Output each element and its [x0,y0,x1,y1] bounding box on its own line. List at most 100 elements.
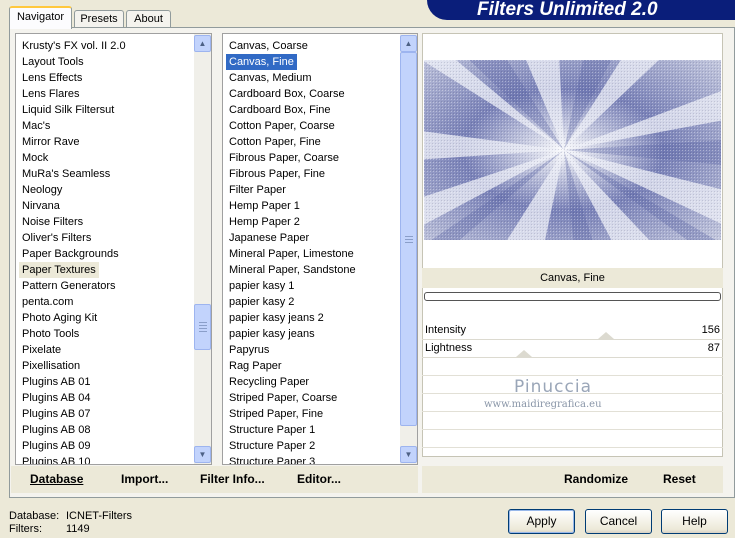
progress-bar [424,292,721,301]
scroll-down-arrow-icon[interactable]: ▼ [194,446,211,463]
list-item[interactable]: Fibrous Paper, Fine [226,166,356,182]
status-database: Database: ICNET-Filters [9,510,132,522]
list-item[interactable]: Nirvana [19,198,126,214]
param-value: 87 [707,342,720,354]
watermark-url: www.maidiregrafica.eu [484,399,602,410]
list-item[interactable]: Papyrus [226,342,356,358]
watermark-name: Pinuccia [514,377,592,397]
list-item[interactable]: Liquid Silk Filtersut [19,102,126,118]
param-lightness[interactable]: Lightness 87 [422,340,723,358]
list-item[interactable]: Cotton Paper, Coarse [226,118,356,134]
cancel-button[interactable]: Cancel [585,509,652,534]
list-item[interactable]: Mineral Paper, Limestone [226,246,356,262]
list-item[interactable]: papier kasy 1 [226,278,356,294]
list-item[interactable]: Krusty's FX vol. II 2.0 [19,38,126,54]
scroll-up-arrow-icon[interactable]: ▲ [194,35,211,52]
param-empty [422,358,723,376]
list-item[interactable]: Plugins AB 10 [19,454,126,464]
list-item[interactable]: Mineral Paper, Sandstone [226,262,356,278]
slider-marker[interactable] [516,350,533,357]
list-item[interactable]: Mac's [19,118,126,134]
list-item[interactable]: Mirror Rave [19,134,126,150]
param-value: 156 [701,324,720,336]
scroll-up-arrow-icon[interactable]: ▲ [400,35,417,52]
list-item[interactable]: Cotton Paper, Fine [226,134,356,150]
list-item[interactable]: Canvas, Fine [226,54,297,70]
preview-filter-name: Canvas, Fine [422,268,723,288]
list-item[interactable]: Lens Flares [19,86,126,102]
list-item[interactable]: penta.com [19,294,126,310]
list-item[interactable]: Mock [19,150,126,166]
help-button[interactable]: Help [661,509,728,534]
reset-link[interactable]: Reset [663,472,696,486]
list-item[interactable]: Canvas, Medium [226,70,356,86]
list-item[interactable]: Japanese Paper [226,230,356,246]
list-item[interactable]: Plugins AB 07 [19,406,126,422]
scroll-thumb[interactable] [194,304,211,350]
list-item[interactable]: Cardboard Box, Coarse [226,86,356,102]
list-item[interactable]: Filter Paper [226,182,356,198]
param-empty [422,430,723,448]
list-item[interactable]: papier kasy 2 [226,294,356,310]
list-item[interactable]: Canvas, Coarse [226,38,356,54]
category-list[interactable]: Krusty's FX vol. II 2.0 Layout Tools Lens … [15,33,212,465]
list-item[interactable]: Plugins AB 04 [19,390,126,406]
filter-list[interactable]: Canvas, Coarse Canvas, Fine Canvas, Medium… [222,33,418,465]
preview-image [424,60,721,240]
filter-scrollbar[interactable]: ▲ ▼ [400,34,417,464]
status-filters-label: Filters: [9,523,42,535]
list-item[interactable]: Photo Aging Kit [19,310,126,326]
list-item[interactable]: Noise Filters [19,214,126,230]
list-item[interactable]: Cardboard Box, Fine [226,102,356,118]
list-item[interactable]: Hemp Paper 2 [226,214,356,230]
list-item[interactable]: Paper Textures [19,262,99,278]
param-intensity[interactable]: Intensity 156 [422,322,723,340]
randomize-link[interactable]: Randomize [564,472,628,486]
import-link[interactable]: Import... [121,472,168,486]
list-item[interactable]: Paper Backgrounds [19,246,126,262]
list-item[interactable]: Hemp Paper 1 [226,198,356,214]
list-item[interactable]: Striped Paper, Coarse [226,390,356,406]
scroll-thumb[interactable] [400,52,417,426]
list-item[interactable]: papier kasy jeans 2 [226,310,356,326]
apply-button[interactable]: Apply [508,509,575,534]
list-item[interactable]: Structure Paper 3 [226,454,356,464]
param-empty [422,412,723,430]
app-title-banner: Filters Unlimited 2.0 [427,0,735,20]
list-item[interactable]: Rag Paper [226,358,356,374]
list-item[interactable]: Neology [19,182,126,198]
list-item[interactable]: Plugins AB 08 [19,422,126,438]
list-item[interactable]: Structure Paper 2 [226,438,356,454]
filter-items: Canvas, Coarse Canvas, Fine Canvas, Medium… [223,38,356,464]
tab-presets[interactable]: Presets [74,10,124,28]
param-label: Intensity [425,324,466,336]
list-item[interactable]: Striped Paper, Fine [226,406,356,422]
status-filters-value: 1149 [66,523,90,535]
list-item[interactable]: Structure Paper 1 [226,422,356,438]
filter-info-link[interactable]: Filter Info... [200,472,265,486]
category-scrollbar[interactable]: ▲ ▼ [194,34,211,464]
list-item[interactable]: Oliver's Filters [19,230,126,246]
list-item[interactable]: Pixellisation [19,358,126,374]
list-item[interactable]: Pixelate [19,342,126,358]
editor-link[interactable]: Editor... [297,472,341,486]
list-item[interactable]: Recycling Paper [226,374,356,390]
list-item[interactable]: Layout Tools [19,54,126,70]
database-link[interactable]: Database [30,472,83,486]
list-item[interactable]: Plugins AB 01 [19,374,126,390]
tab-about[interactable]: About [126,10,171,28]
list-item[interactable]: Plugins AB 09 [19,438,126,454]
list-item[interactable]: Fibrous Paper, Coarse [226,150,356,166]
tab-navigator[interactable]: Navigator [9,6,72,29]
right-link-bar: Randomize Reset [422,466,723,493]
scroll-down-arrow-icon[interactable]: ▼ [400,446,417,463]
status-filters: Filters: 1149 [9,523,90,535]
list-item[interactable]: Lens Effects [19,70,126,86]
list-item[interactable]: MuRa's Seamless [19,166,126,182]
list-item[interactable]: papier kasy jeans [226,326,356,342]
category-items: Krusty's FX vol. II 2.0 Layout Tools Lens … [16,38,126,464]
list-item[interactable]: Photo Tools [19,326,126,342]
param-label: Lightness [425,342,473,354]
slider-marker[interactable] [597,332,614,339]
list-item[interactable]: Pattern Generators [19,278,126,294]
